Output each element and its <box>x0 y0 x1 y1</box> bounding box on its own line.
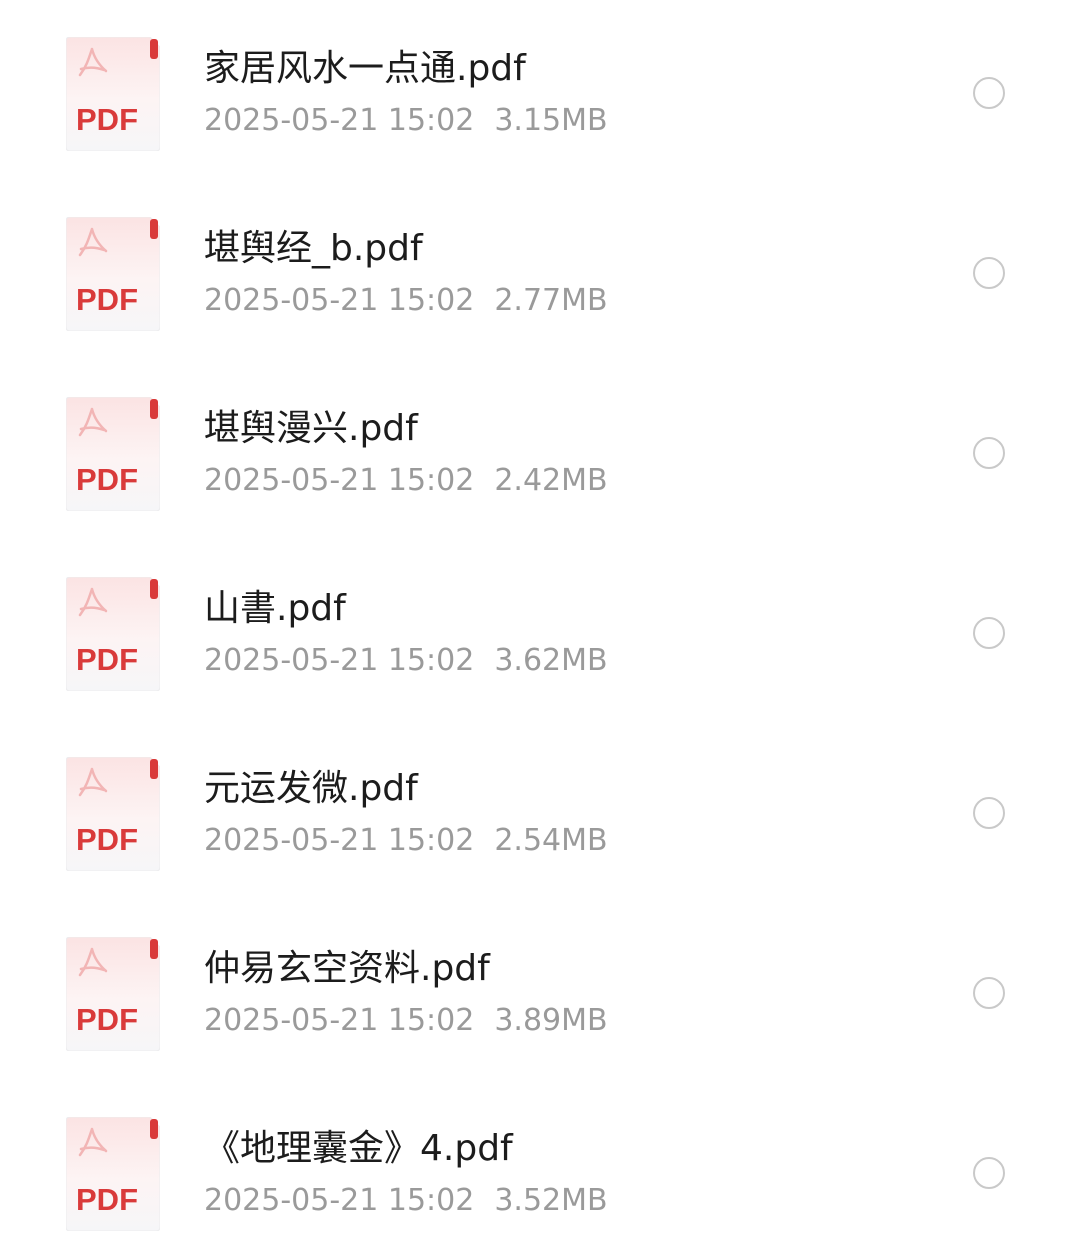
svg-text:PDF: PDF <box>76 102 138 137</box>
select-radio[interactable] <box>973 77 1005 109</box>
select-radio[interactable] <box>973 797 1005 829</box>
svg-text:PDF: PDF <box>76 1182 138 1217</box>
pdf-file-icon: PDF <box>66 937 160 1051</box>
file-row[interactable]: PDF 仲易玄空资料.pdf 2025-05-21 15:02 3.89MB <box>0 900 1080 1080</box>
file-meta: 2025-05-21 15:02 3.89MB <box>204 1001 608 1041</box>
file-size: 2.54MB <box>494 823 608 858</box>
file-row[interactable]: PDF 山書.pdf 2025-05-21 15:02 3.62MB <box>0 540 1080 720</box>
file-date: 2025-05-21 15:02 <box>204 283 475 318</box>
file-name: 仲易玄空资料.pdf <box>204 948 490 989</box>
svg-text:PDF: PDF <box>76 642 138 677</box>
pdf-file-icon: PDF <box>66 757 160 871</box>
svg-text:PDF: PDF <box>76 1002 138 1037</box>
file-row[interactable]: PDF 家居风水一点通.pdf 2025-05-21 15:02 3.15MB <box>0 0 1080 180</box>
file-date: 2025-05-21 15:02 <box>204 463 475 498</box>
file-name: 家居风水一点通.pdf <box>204 48 526 89</box>
select-radio[interactable] <box>973 1157 1005 1189</box>
file-size: 2.77MB <box>494 283 608 318</box>
pdf-file-icon: PDF <box>66 577 160 691</box>
file-row[interactable]: PDF 堪舆漫兴.pdf 2025-05-21 15:02 2.42MB <box>0 360 1080 540</box>
pdf-file-icon: PDF <box>66 1117 160 1231</box>
file-name: 堪舆经_b.pdf <box>204 228 423 269</box>
file-meta: 2025-05-21 15:02 3.52MB <box>204 1181 608 1221</box>
file-row[interactable]: PDF 《地理囊金》4.pdf 2025-05-21 15:02 3.52MB <box>0 1080 1080 1260</box>
file-meta: 2025-05-21 15:02 2.54MB <box>204 821 608 861</box>
file-meta: 2025-05-21 15:02 3.62MB <box>204 641 608 681</box>
file-size: 3.62MB <box>494 643 608 678</box>
svg-text:PDF: PDF <box>76 462 138 497</box>
file-size: 2.42MB <box>494 463 608 498</box>
file-size: 3.89MB <box>494 1003 608 1038</box>
file-size: 3.15MB <box>494 103 608 138</box>
select-radio[interactable] <box>973 437 1005 469</box>
file-size: 3.52MB <box>494 1183 608 1218</box>
file-name: 《地理囊金》4.pdf <box>204 1128 513 1169</box>
file-meta: 2025-05-21 15:02 2.77MB <box>204 281 608 321</box>
file-date: 2025-05-21 15:02 <box>204 103 475 138</box>
file-row[interactable]: PDF 堪舆经_b.pdf 2025-05-21 15:02 2.77MB <box>0 180 1080 360</box>
file-date: 2025-05-21 15:02 <box>204 823 475 858</box>
file-meta: 2025-05-21 15:02 2.42MB <box>204 461 608 501</box>
file-date: 2025-05-21 15:02 <box>204 1003 475 1038</box>
select-radio[interactable] <box>973 257 1005 289</box>
svg-text:PDF: PDF <box>76 822 138 857</box>
file-list: PDF 家居风水一点通.pdf 2025-05-21 15:02 3.15MB P… <box>0 0 1080 1259</box>
file-date: 2025-05-21 15:02 <box>204 643 475 678</box>
pdf-file-icon: PDF <box>66 217 160 331</box>
file-meta: 2025-05-21 15:02 3.15MB <box>204 101 608 141</box>
svg-text:PDF: PDF <box>76 282 138 317</box>
file-name: 元运发微.pdf <box>204 768 418 809</box>
select-radio[interactable] <box>973 617 1005 649</box>
pdf-file-icon: PDF <box>66 37 160 151</box>
file-name: 堪舆漫兴.pdf <box>204 408 418 449</box>
file-date: 2025-05-21 15:02 <box>204 1183 475 1218</box>
pdf-file-icon: PDF <box>66 397 160 511</box>
file-name: 山書.pdf <box>204 588 346 629</box>
select-radio[interactable] <box>973 977 1005 1009</box>
file-row[interactable]: PDF 元运发微.pdf 2025-05-21 15:02 2.54MB <box>0 720 1080 900</box>
